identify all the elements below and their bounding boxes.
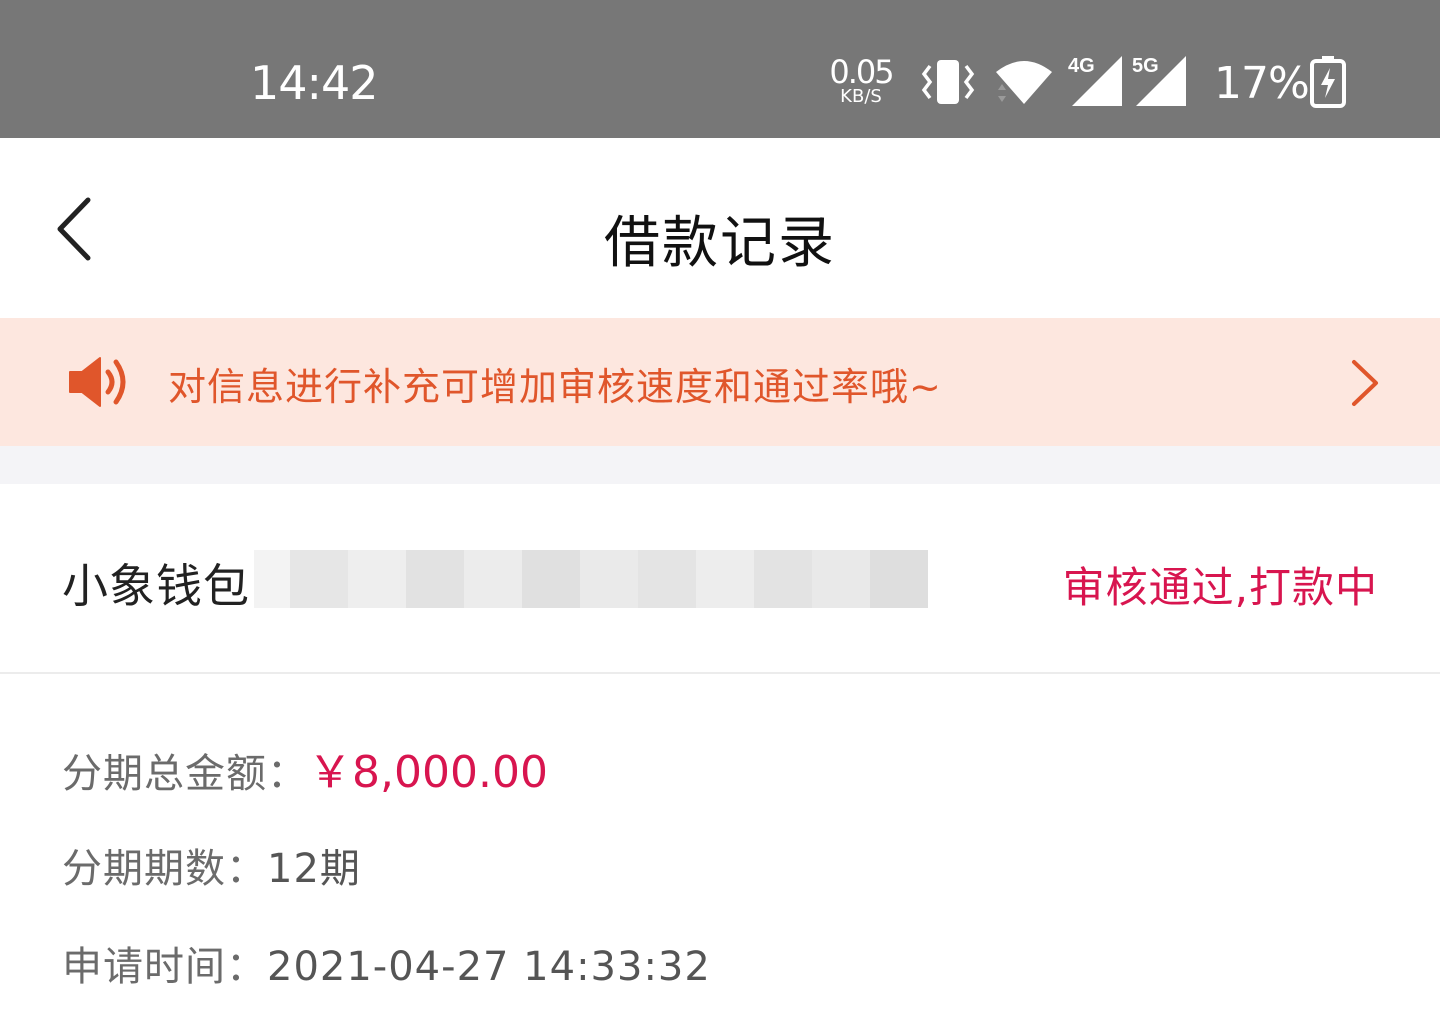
speaker-icon (69, 357, 126, 407)
nav-bar: 借款记录 (0, 138, 1440, 318)
vibrate-icon (921, 60, 975, 104)
loan-record-card[interactable]: 小象钱包 审核通过,打款中 分期总金额：￥8,000.00 分期期数：12期 申… (0, 484, 1440, 1017)
field-label: 申请时间： (62, 944, 267, 990)
signal-5g-icon: 5G (1132, 55, 1186, 106)
field-value-apply-time: 2021-04-27 14:33:32 (267, 944, 711, 990)
record-header: 小象钱包 审核通过,打款中 (0, 484, 1440, 674)
field-label: 分期期数： (62, 846, 267, 892)
field-value-amount: ￥8,000.00 (308, 747, 548, 798)
wifi-icon (996, 61, 1052, 104)
status-bar: 14:42 0.05 KB/S 4G 5G 17% (0, 0, 1440, 138)
page-title: 借款记录 (604, 211, 836, 276)
record-status: 审核通过,打款中 (1062, 563, 1378, 612)
network-speed: 0.05 KB/S (828, 56, 894, 106)
redacted-text (254, 550, 928, 608)
signal-5g-label: 5G (1132, 55, 1159, 77)
status-time: 14:42 (250, 56, 379, 110)
field-value-periods: 12期 (267, 846, 361, 892)
section-divider (0, 446, 1440, 484)
field-row-amount: 分期总金额：￥8,000.00 (62, 736, 548, 800)
field-row-apply-time: 申请时间：2021-04-27 14:33:32 (62, 934, 711, 992)
field-label: 分期总金额： (62, 751, 308, 797)
record-name: 小象钱包 (62, 559, 250, 613)
signal-4g-label: 4G (1068, 55, 1095, 77)
battery-charging-icon (1310, 56, 1346, 108)
notice-banner[interactable]: 对信息进行补充可增加审核速度和通过率哦~ (0, 318, 1440, 446)
battery-percent: 17% (1214, 58, 1310, 109)
notice-text: 对信息进行补充可增加审核速度和通过率哦~ (168, 365, 942, 409)
chevron-right-icon (1352, 360, 1378, 406)
field-row-periods: 分期期数：12期 (62, 836, 361, 894)
signal-4g-icon: 4G (1068, 55, 1122, 106)
network-speed-value: 0.05 (829, 53, 894, 91)
